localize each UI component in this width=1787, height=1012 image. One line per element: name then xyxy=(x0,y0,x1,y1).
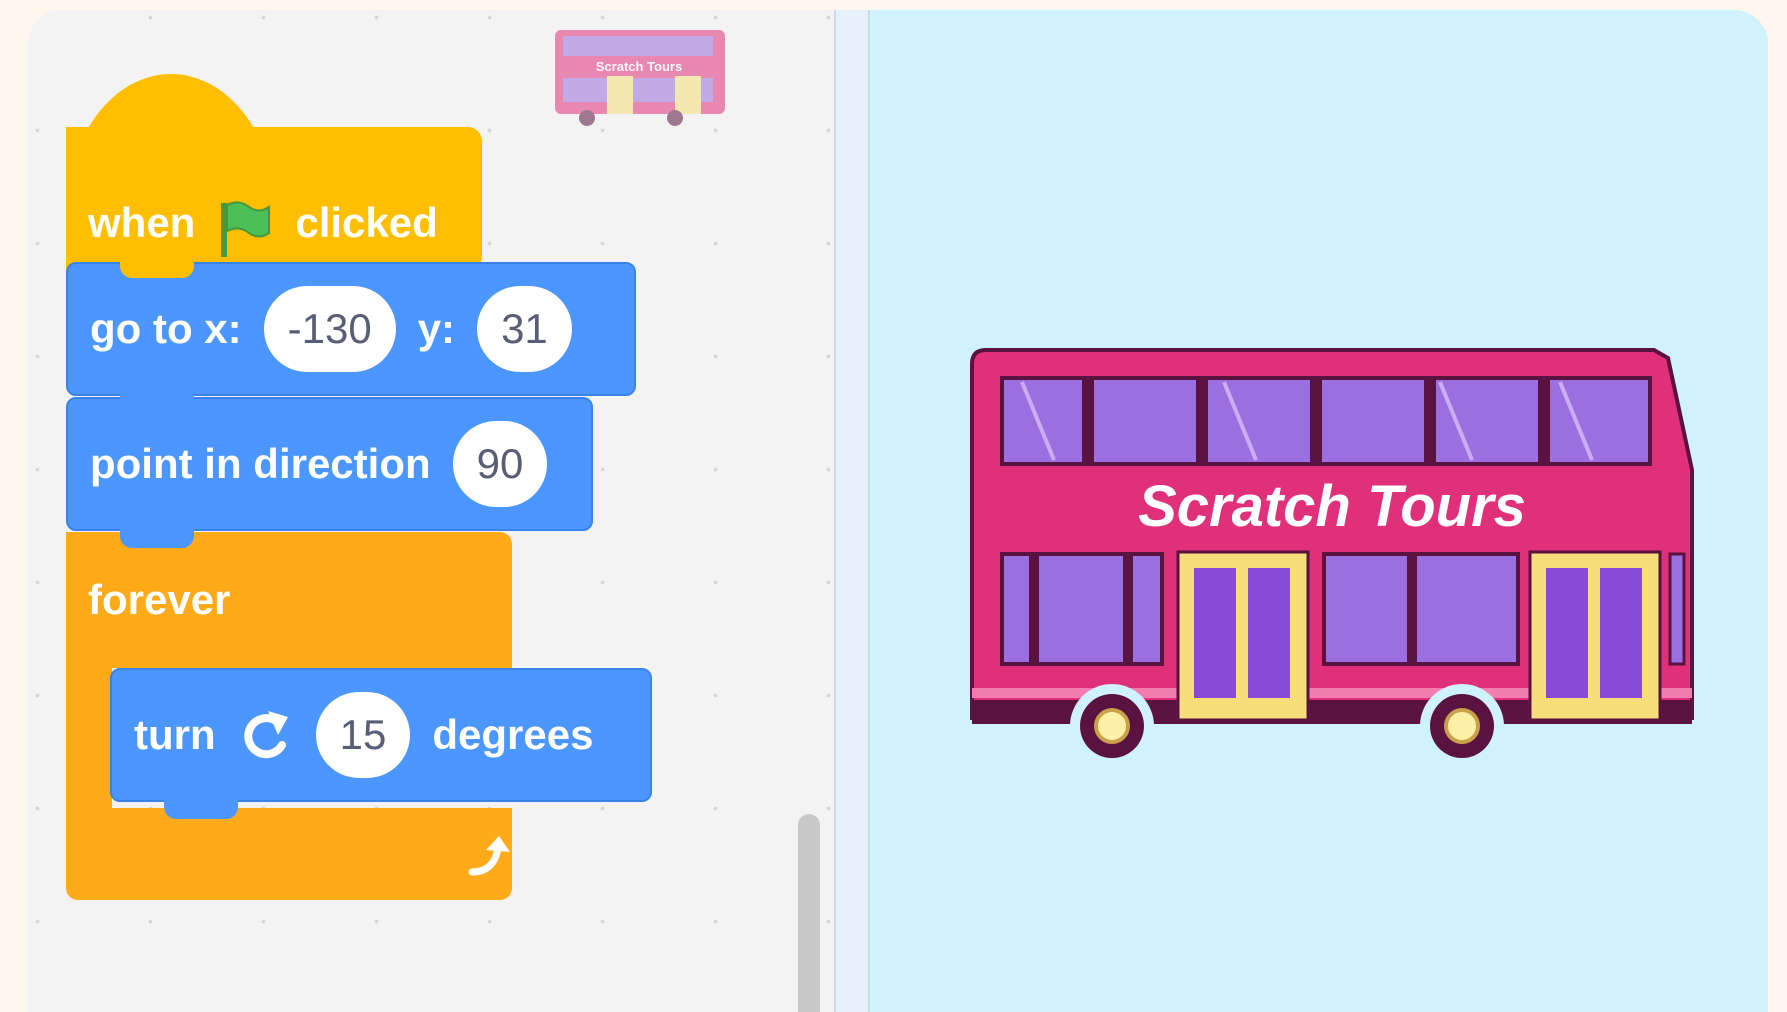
point-in-direction-label: point in direction xyxy=(90,440,431,487)
bus-sprite[interactable]: Scratch Tours xyxy=(962,340,1702,780)
editor-frame: Scratch Tours when clicked go to x: -130 xyxy=(28,10,1768,1012)
forever-block-arm[interactable] xyxy=(66,665,112,815)
pane-divider[interactable] xyxy=(834,10,870,1012)
y-input[interactable]: 31 xyxy=(477,286,572,372)
point-in-direction-block[interactable]: point in direction 90 xyxy=(66,397,593,531)
sprite-thumbnail-label: Scratch Tours xyxy=(596,59,682,74)
forever-block[interactable]: forever xyxy=(66,532,512,668)
y-label: y: xyxy=(417,305,456,352)
code-area[interactable]: Scratch Tours when clicked go to x: -130 xyxy=(28,10,834,1012)
vertical-scrollbar[interactable] xyxy=(798,814,820,1012)
sprite-thumbnail[interactable]: Scratch Tours xyxy=(551,26,731,130)
x-input[interactable]: -130 xyxy=(263,286,396,372)
block-notch xyxy=(120,393,194,413)
when-label: when xyxy=(88,199,196,246)
turn-label: turn xyxy=(134,711,216,758)
loop-arrow-icon xyxy=(468,836,510,876)
green-flag-icon xyxy=(217,199,273,259)
block-notch xyxy=(120,528,194,548)
block-notch xyxy=(164,799,238,819)
clicked-label: clicked xyxy=(295,199,438,246)
go-to-label: go to x: xyxy=(90,305,242,352)
when-flag-clicked-block[interactable]: when clicked xyxy=(66,127,482,271)
bus-title-text: Scratch Tours xyxy=(1138,474,1526,539)
go-to-xy-block[interactable]: go to x: -130 y: 31 xyxy=(66,262,636,396)
block-notch xyxy=(120,258,194,278)
forever-label: forever xyxy=(88,576,231,623)
degrees-label: degrees xyxy=(432,711,594,758)
stage[interactable]: Scratch Tours xyxy=(870,10,1768,1012)
direction-input[interactable]: 90 xyxy=(452,421,548,507)
degrees-input[interactable]: 15 xyxy=(315,692,411,778)
rotate-clockwise-icon xyxy=(238,707,294,763)
turn-right-block[interactable]: turn 15 degrees xyxy=(110,668,652,802)
forever-block-bottom[interactable] xyxy=(66,808,512,900)
